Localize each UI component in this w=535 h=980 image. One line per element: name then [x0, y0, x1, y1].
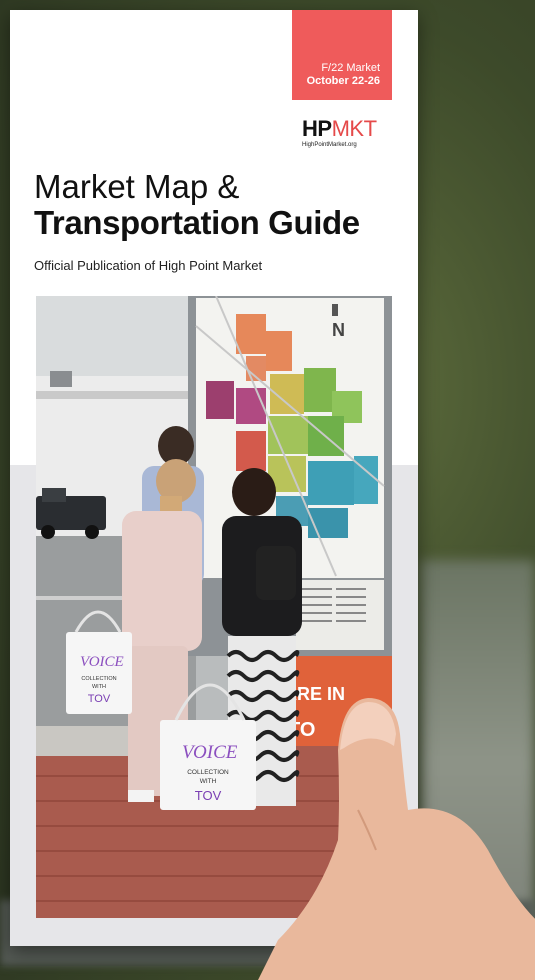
bag-line2-right: WITH: [200, 778, 217, 785]
cover-title-line-2: Transportation Guide: [34, 204, 360, 241]
cover-subtitle: Official Publication of High Point Marke…: [34, 258, 263, 273]
cover-title-line-1: Market Map &: [34, 168, 240, 205]
market-dates: October 22-26: [306, 75, 380, 87]
map-north-label: N: [332, 320, 345, 340]
bag-brand-right: VOICE: [182, 742, 238, 763]
bag-line1-left: COLLECTION: [81, 676, 116, 682]
bag-line3-left: TOV: [88, 693, 111, 705]
bag-line2-left: WITH: [92, 684, 106, 690]
logo-url: HighPointMarket.org: [302, 142, 357, 148]
bag-brand-left: VOICE: [80, 654, 124, 670]
bag-line1-right: COLLECTION: [187, 769, 229, 776]
market-date-badge: F/22 Market October 22-26: [292, 10, 392, 100]
holding-hand: [258, 698, 535, 980]
market-name: F/22 Market: [321, 62, 380, 74]
hpmkt-logo: HPMKT HighPointMarket.org: [302, 116, 392, 149]
bag-line3-right: TOV: [195, 788, 222, 803]
logo-wordmark: HPMKT: [302, 116, 377, 141]
